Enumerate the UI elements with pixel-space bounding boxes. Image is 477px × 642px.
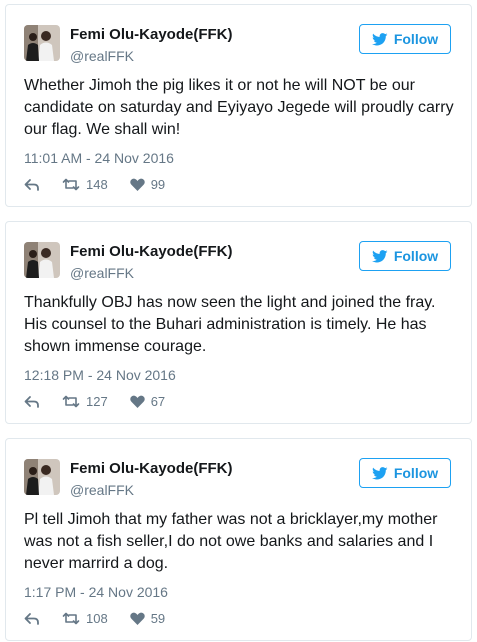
tweet-actions: 127 67 bbox=[24, 394, 187, 409]
reply-icon bbox=[24, 396, 39, 408]
follow-button[interactable]: Follow bbox=[359, 241, 451, 271]
author-name[interactable]: Femi Olu-Kayode(FFK) bbox=[70, 243, 233, 261]
like-button[interactable]: 67 bbox=[129, 394, 166, 409]
retweet-icon bbox=[62, 612, 80, 625]
retweet-icon bbox=[62, 395, 80, 408]
follow-button[interactable]: Follow bbox=[359, 458, 451, 488]
avatar[interactable] bbox=[24, 459, 60, 495]
twitter-bird-icon bbox=[371, 249, 388, 262]
retweet-button[interactable]: 148 bbox=[62, 177, 108, 192]
reply-button[interactable] bbox=[24, 612, 40, 625]
tweet-actions: 108 59 bbox=[24, 611, 187, 626]
tweet-text: Thankfully OBJ has now seen the light an… bbox=[24, 294, 436, 355]
author-handle[interactable]: @realFFK bbox=[70, 48, 134, 64]
reply-icon bbox=[24, 179, 39, 191]
tweet-text: Pl tell Jimoh that my father was not a b… bbox=[24, 511, 438, 572]
retweet-count: 148 bbox=[86, 177, 108, 192]
author-name[interactable]: Femi Olu-Kayode(FFK) bbox=[70, 26, 233, 44]
retweet-count: 127 bbox=[86, 394, 108, 409]
tweet-timestamp[interactable]: 1:17 PM - 24 Nov 2016 bbox=[24, 584, 168, 600]
heart-icon bbox=[129, 395, 145, 408]
twitter-bird-icon bbox=[371, 32, 388, 45]
heart-icon bbox=[129, 178, 145, 191]
like-button[interactable]: 99 bbox=[129, 177, 166, 192]
heart-icon bbox=[129, 612, 145, 625]
like-count: 59 bbox=[150, 611, 166, 626]
tweet-timestamp[interactable]: 12:18 PM - 24 Nov 2016 bbox=[24, 367, 176, 383]
avatar-image bbox=[24, 242, 60, 278]
like-count: 67 bbox=[150, 394, 166, 409]
retweet-button[interactable]: 108 bbox=[62, 611, 108, 626]
retweet-count: 108 bbox=[86, 611, 108, 626]
author-name[interactable]: Femi Olu-Kayode(FFK) bbox=[70, 460, 233, 478]
avatar[interactable] bbox=[24, 25, 60, 61]
tweet-feed: Femi Olu-Kayode(FFK) @realFFK Follow Whe… bbox=[0, 0, 477, 642]
avatar-image bbox=[24, 25, 60, 61]
twitter-bird-icon bbox=[371, 466, 388, 479]
reply-button[interactable] bbox=[24, 395, 40, 408]
like-button[interactable]: 59 bbox=[129, 611, 166, 626]
retweet-button[interactable]: 127 bbox=[62, 394, 108, 409]
follow-label: Follow bbox=[393, 31, 439, 47]
tweet-card: Femi Olu-Kayode(FFK) @realFFK Follow Whe… bbox=[5, 4, 472, 207]
follow-label: Follow bbox=[393, 248, 439, 264]
retweet-icon bbox=[62, 178, 80, 191]
tweet-card: Femi Olu-Kayode(FFK) @realFFK Follow Tha… bbox=[5, 221, 472, 424]
tweet-timestamp[interactable]: 11:01 AM - 24 Nov 2016 bbox=[24, 150, 174, 166]
reply-icon bbox=[24, 613, 39, 625]
author-handle[interactable]: @realFFK bbox=[70, 265, 134, 281]
follow-label: Follow bbox=[393, 465, 439, 481]
follow-button[interactable]: Follow bbox=[359, 24, 451, 54]
author-handle[interactable]: @realFFK bbox=[70, 482, 134, 498]
like-count: 99 bbox=[150, 177, 166, 192]
avatar-image bbox=[24, 459, 60, 495]
tweet-text: Whether Jimoh the pig likes it or not he… bbox=[24, 77, 454, 138]
avatar[interactable] bbox=[24, 242, 60, 278]
reply-button[interactable] bbox=[24, 178, 40, 191]
tweet-actions: 148 99 bbox=[24, 177, 187, 192]
tweet-card: Femi Olu-Kayode(FFK) @realFFK Follow Pl … bbox=[5, 438, 472, 641]
